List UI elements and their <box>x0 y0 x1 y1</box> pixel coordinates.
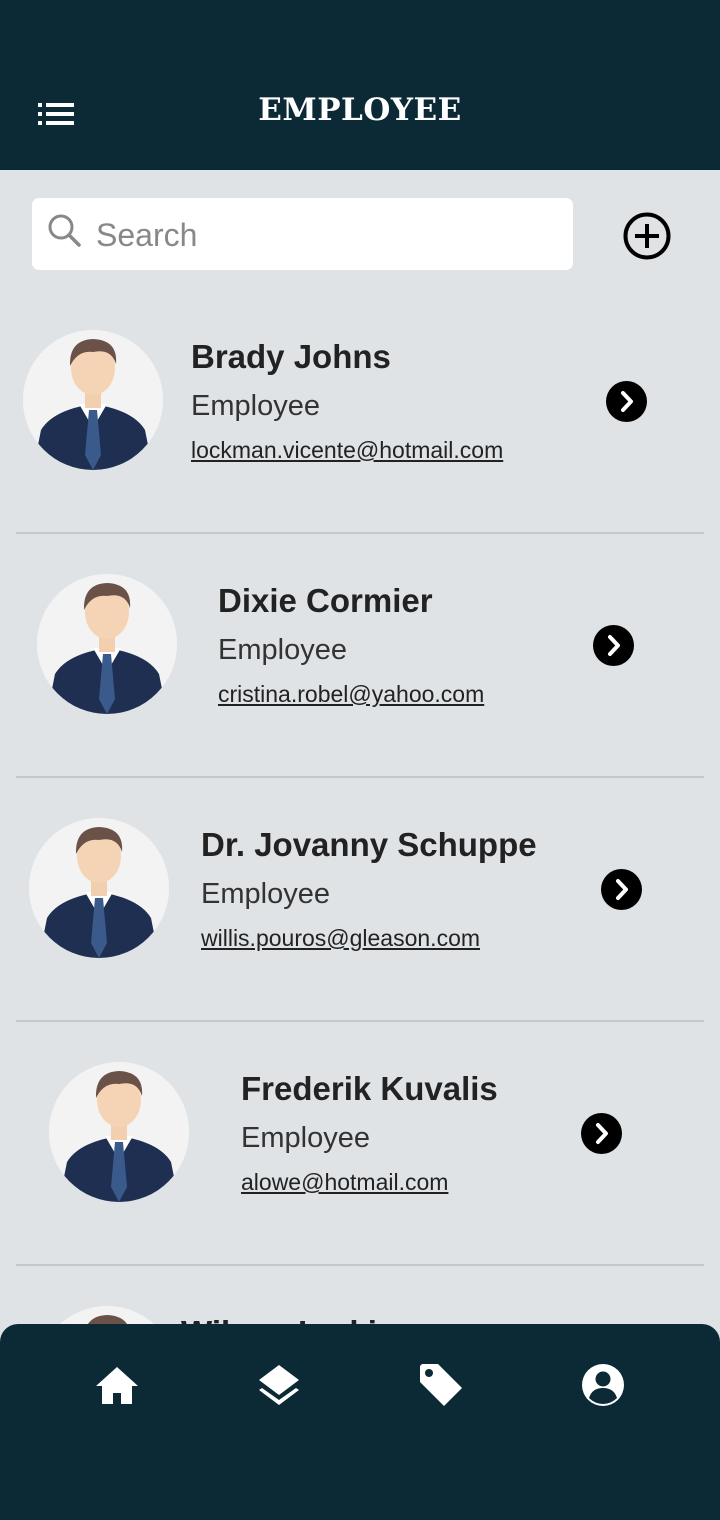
avatar <box>23 330 163 470</box>
employee-email[interactable]: willis.pouros@gleason.com <box>201 925 480 952</box>
employee-email[interactable]: alowe@hotmail.com <box>241 1169 448 1196</box>
employee-name: Dixie Cormier <box>218 582 433 619</box>
search-input[interactable] <box>94 212 558 258</box>
avatar <box>29 818 169 958</box>
chevron-right-icon[interactable] <box>606 381 647 422</box>
home-icon[interactable] <box>92 1360 142 1410</box>
employee-email[interactable]: lockman.vicente@hotmail.com <box>191 437 503 464</box>
list-item[interactable]: Dr. Jovanny Schuppe Employee willis.pour… <box>0 778 720 1022</box>
chevron-right-icon[interactable] <box>593 625 634 666</box>
account-icon[interactable] <box>578 1360 628 1410</box>
avatar <box>37 574 177 714</box>
list-item[interactable]: Brady Johns Employee lockman.vicente@hot… <box>0 290 720 534</box>
list-item[interactable]: Frederik Kuvalis Employee alowe@hotmail.… <box>0 1022 720 1266</box>
employee-name: Dr. Jovanny Schuppe <box>201 826 537 863</box>
employee-name: Brady Johns <box>191 338 391 375</box>
add-circle-icon[interactable] <box>622 211 672 261</box>
employee-email[interactable]: cristina.robel@yahoo.com <box>218 681 484 708</box>
app-header: EMPLOYEE <box>0 0 720 170</box>
employee-role: Employee <box>241 1122 370 1154</box>
employee-role: Employee <box>218 634 347 666</box>
employee-role: Employee <box>191 390 320 422</box>
chevron-right-icon[interactable] <box>601 869 642 910</box>
search-icon <box>46 212 82 248</box>
layers-icon[interactable] <box>254 1360 304 1410</box>
tag-icon[interactable] <box>416 1360 466 1410</box>
avatar <box>49 1062 189 1202</box>
search-box[interactable] <box>32 198 573 270</box>
bottom-nav <box>0 1324 720 1520</box>
list-item[interactable]: Dixie Cormier Employee cristina.robel@ya… <box>0 534 720 778</box>
chevron-right-icon[interactable] <box>581 1113 622 1154</box>
employee-role: Employee <box>201 878 330 910</box>
page-title: EMPLOYEE <box>258 92 462 128</box>
employee-name: Frederik Kuvalis <box>241 1070 498 1107</box>
